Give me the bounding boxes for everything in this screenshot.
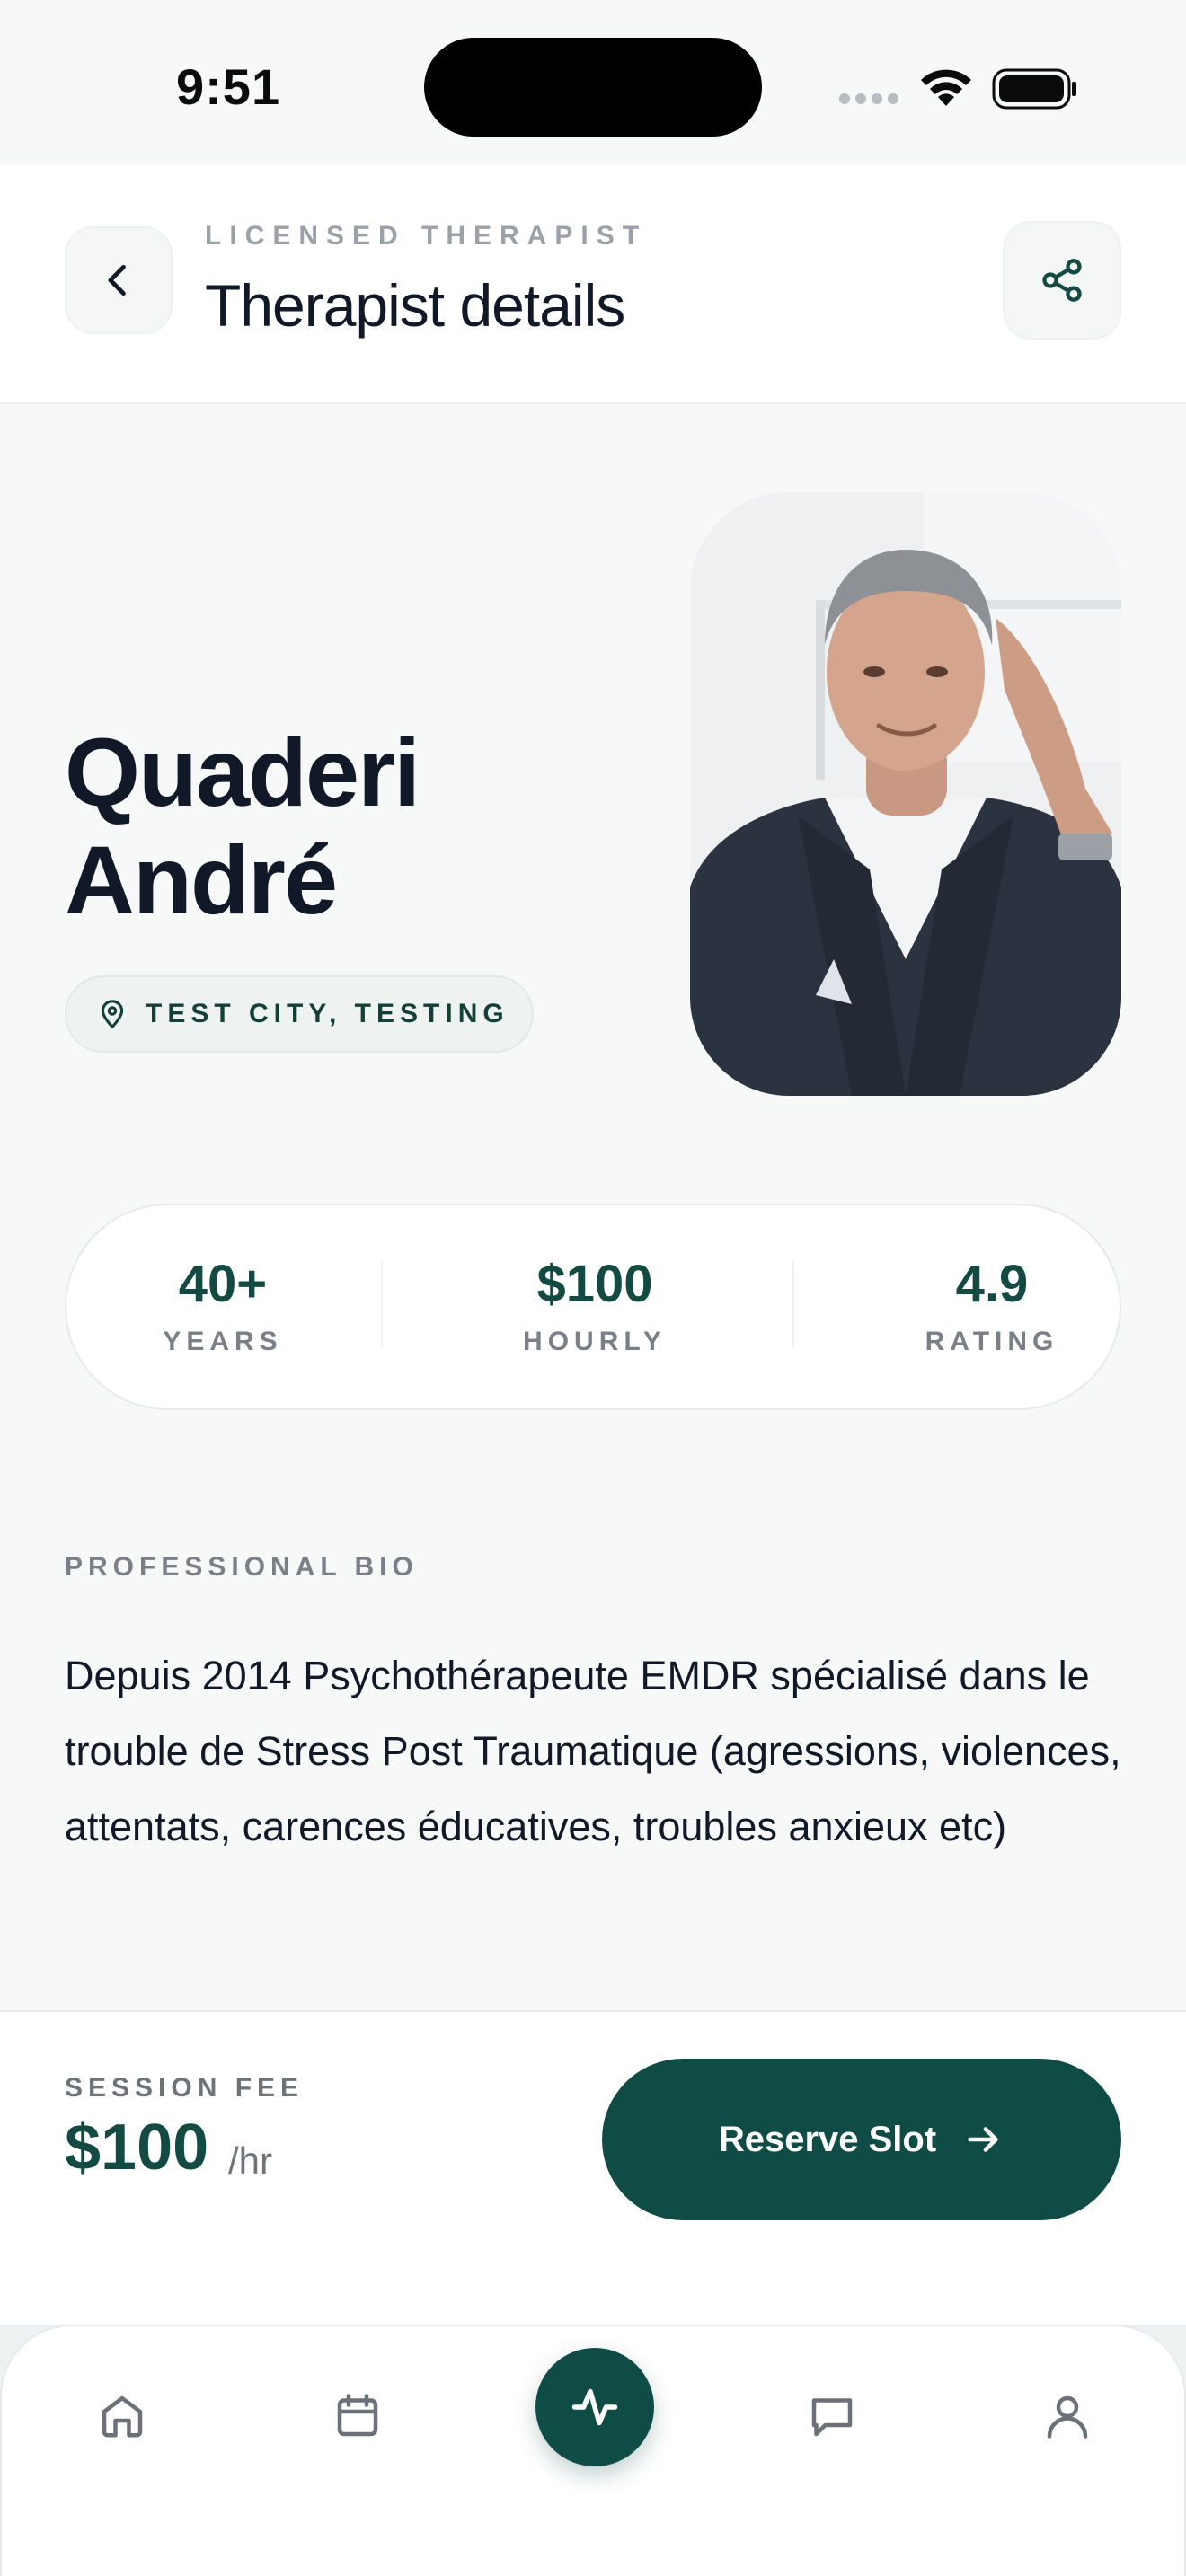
status-time: 9:51	[176, 58, 281, 115]
calendar-icon	[337, 2394, 378, 2437]
share-icon	[1042, 259, 1082, 302]
reserve-slot-button[interactable]: Reserve Slot	[602, 2059, 1121, 2220]
location-chip: TEST CITY, TESTING	[65, 975, 534, 1053]
page-header: LICENSED THERAPIST Therapist details	[0, 165, 1186, 404]
profile-icon	[1047, 2395, 1088, 2439]
fee-amount: $100	[65, 2112, 209, 2183]
back-button[interactable]	[65, 226, 173, 334]
stat-value: 40+	[178, 1255, 268, 1313]
battery-icon	[992, 68, 1076, 110]
bio-heading: PROFESSIONAL BIO	[65, 1552, 419, 1582]
stat-years: 40+ YEARS	[111, 1254, 334, 1357]
activity-icon	[571, 2388, 618, 2426]
dynamic-island	[424, 38, 762, 137]
stat-value: $100	[536, 1255, 653, 1313]
stat-value: 4.9	[955, 1255, 1029, 1313]
header-eyebrow: LICENSED THERAPIST	[205, 221, 648, 251]
fee-unit: /hr	[228, 2139, 273, 2182]
booking-bar: SESSION FEE $100 /hr Reserve Slot	[0, 2010, 1186, 2325]
tab-activity[interactable]	[535, 2348, 654, 2466]
share-button[interactable]	[1003, 221, 1121, 340]
tab-home[interactable]	[86, 2380, 158, 2452]
reserve-slot-label: Reserve Slot	[718, 2119, 937, 2159]
stat-label: RATING	[925, 1327, 1059, 1356]
stat-label: YEARS	[163, 1327, 283, 1356]
fee-label: SESSION FEE	[65, 2073, 305, 2103]
stat-rating: 4.9 RATING	[902, 1254, 1082, 1357]
therapist-first-name: Quaderi	[65, 718, 420, 826]
tab-profile[interactable]	[1031, 2380, 1103, 2452]
stat-label: HOURLY	[523, 1327, 667, 1356]
stat-hourly: $100 HOURLY	[469, 1254, 721, 1357]
bottom-tab-bar	[0, 2325, 1186, 2576]
chat-icon	[811, 2398, 853, 2437]
tab-calendar[interactable]	[322, 2380, 394, 2452]
page-title: Therapist details	[205, 272, 625, 339]
home-icon	[102, 2395, 143, 2438]
therapist-photo	[690, 492, 1121, 1096]
map-pin-icon	[101, 1000, 124, 1029]
location-text: TEST CITY, TESTING	[146, 999, 509, 1028]
cellular-signal-icon	[839, 93, 898, 104]
therapist-name: Quaderi André	[65, 718, 420, 934]
stat-divider	[381, 1261, 383, 1347]
arrow-right-icon	[968, 2127, 998, 2152]
wifi-icon	[921, 69, 971, 106]
status-bar: 9:51	[0, 0, 1186, 165]
stat-divider	[792, 1261, 794, 1347]
chevron-left-icon	[108, 264, 126, 296]
tab-messages[interactable]	[796, 2380, 868, 2452]
therapist-last-name: André	[65, 825, 338, 934]
bio-text: Depuis 2014 Psychothérapeute EMDR spécia…	[65, 1653, 1121, 1849]
stats-card: 40+ YEARS $100 HOURLY 4.9 RATING	[65, 1204, 1121, 1410]
